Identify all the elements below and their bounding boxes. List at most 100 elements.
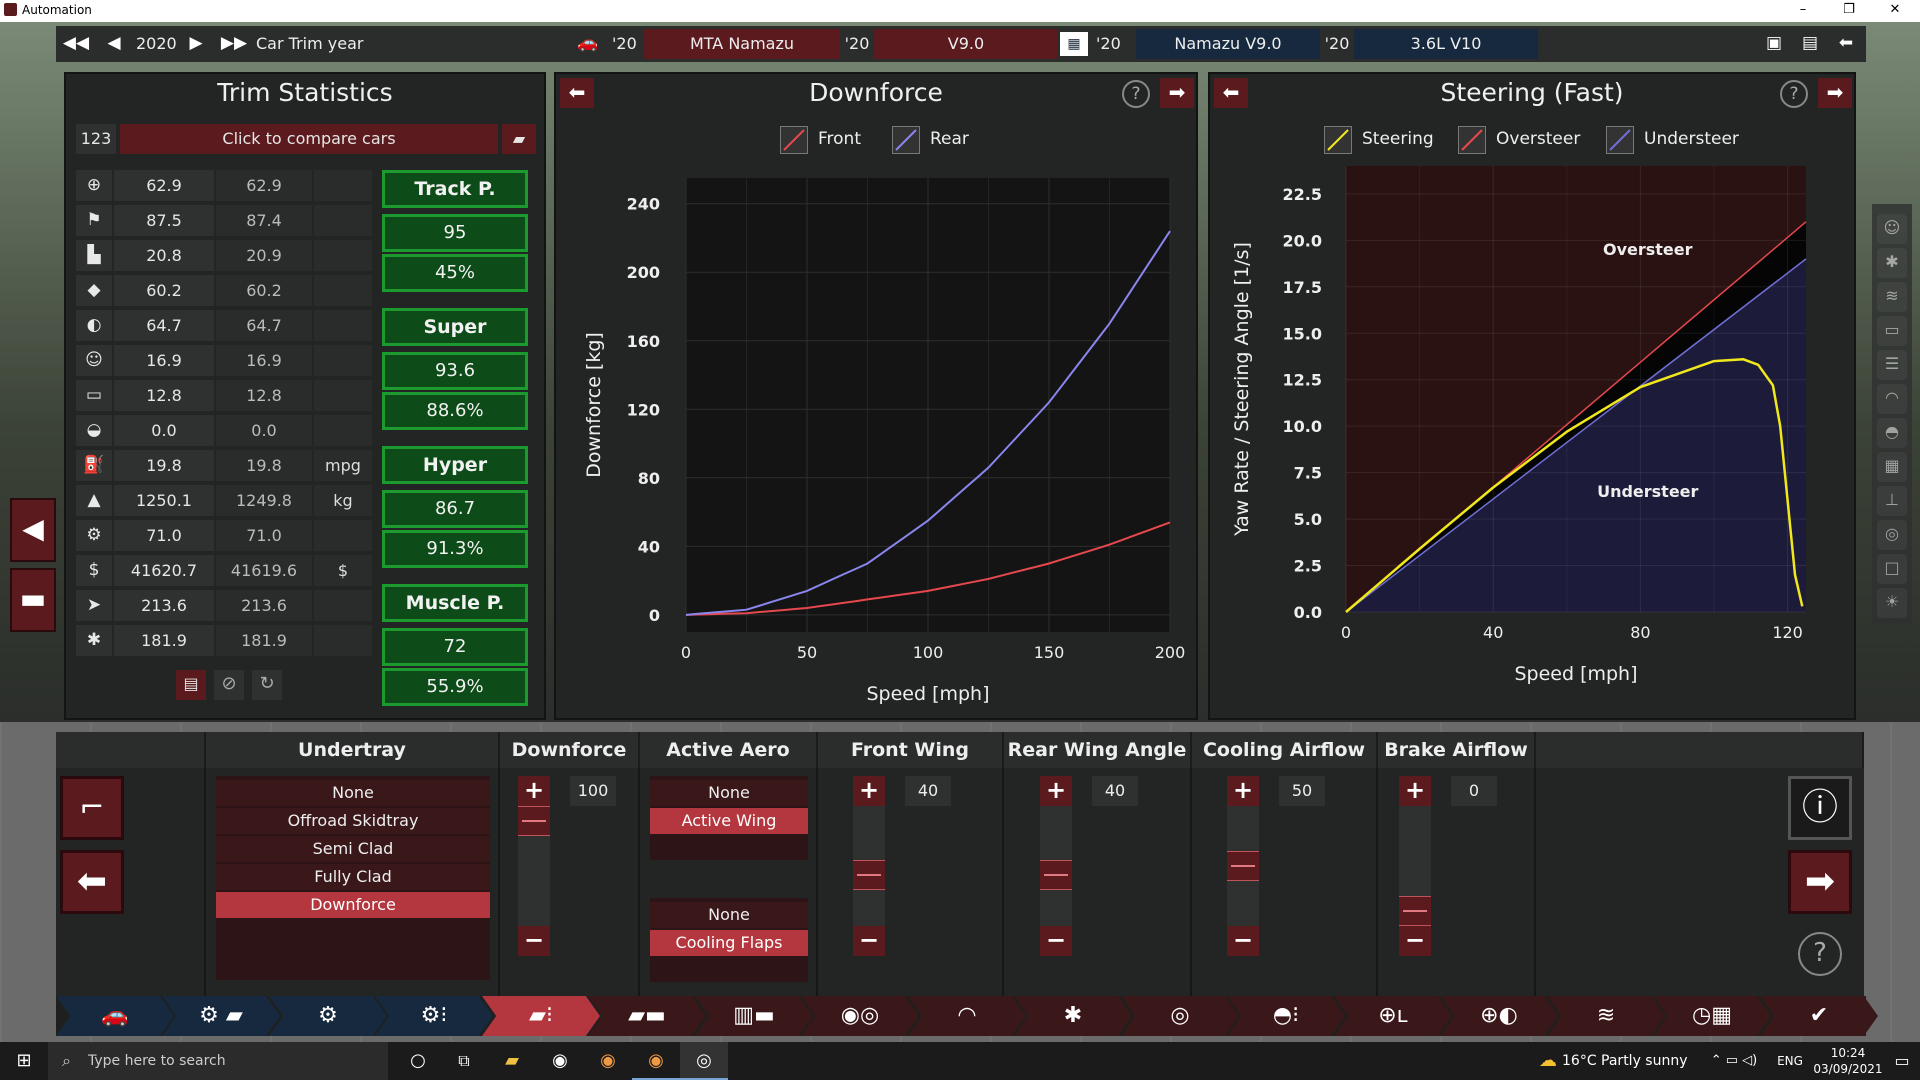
option-item[interactable]: Offroad Skidtray bbox=[216, 808, 490, 834]
help-icon[interactable]: ? bbox=[1798, 932, 1842, 976]
year-back-button[interactable]: ◀ bbox=[96, 28, 132, 60]
option-item[interactable]: None bbox=[216, 780, 490, 806]
engine-tune-stage-icon[interactable]: ⚙⁝ bbox=[375, 996, 493, 1036]
reset-icon[interactable]: ↻ bbox=[252, 670, 282, 700]
decrease-button[interactable]: − bbox=[1227, 926, 1259, 956]
aero-stage-icon[interactable]: ▰⁝ bbox=[482, 996, 600, 1036]
increase-button[interactable]: + bbox=[1399, 776, 1431, 806]
brakes-stage-icon[interactable]: ◎ bbox=[1121, 996, 1239, 1036]
legend-front-swatch[interactable] bbox=[780, 126, 808, 154]
increase-button[interactable]: + bbox=[1040, 776, 1072, 806]
game-launcher-icon[interactable]: ◎ bbox=[680, 1042, 728, 1080]
slider-track[interactable]: +− bbox=[853, 776, 885, 956]
increase-button[interactable]: + bbox=[853, 776, 885, 806]
interior-stage-icon[interactable]: ▥▬ bbox=[695, 996, 813, 1036]
legend-rear-swatch[interactable] bbox=[892, 126, 920, 154]
decrease-button[interactable]: − bbox=[853, 926, 885, 956]
steering-next-button[interactable]: ➡ bbox=[1818, 78, 1852, 108]
engine-icon[interactable]: ▦ bbox=[1060, 32, 1088, 56]
engine-family-field[interactable]: Namazu V9.0 bbox=[1136, 29, 1320, 59]
slider-track[interactable]: +− bbox=[518, 776, 550, 956]
camera-icon[interactable]: ▣ bbox=[1756, 28, 1792, 60]
close-button[interactable]: ✕ bbox=[1872, 0, 1918, 22]
steering-stage-icon[interactable]: ⊕ʟ bbox=[1334, 996, 1452, 1036]
chrome-alt-icon[interactable]: ◉ bbox=[632, 1042, 680, 1080]
grid-icon[interactable]: ▦ bbox=[1877, 452, 1907, 482]
tuning-stage-icon[interactable]: ≋ bbox=[1547, 996, 1665, 1036]
wheels-stage-icon[interactable]: ✱ bbox=[1014, 996, 1132, 1036]
downforce-help-icon[interactable]: ? bbox=[1122, 80, 1150, 108]
notes-icon[interactable]: ▤ bbox=[176, 670, 206, 700]
engine-variant-field[interactable]: 3.6L V10 bbox=[1354, 29, 1538, 59]
calculator-icon[interactable]: ▤ bbox=[1792, 28, 1828, 60]
decrease-button[interactable]: − bbox=[1040, 926, 1072, 956]
slider-thumb[interactable] bbox=[518, 806, 550, 836]
wheel-icon[interactable]: ✱ bbox=[1877, 248, 1907, 278]
slider-track[interactable]: +− bbox=[1227, 776, 1259, 956]
collapse-left-button[interactable]: ◀ bbox=[10, 498, 56, 562]
maximize-button[interactable]: ❐ bbox=[1826, 0, 1872, 22]
cancel-icon[interactable]: ⊘ bbox=[214, 670, 244, 700]
option-item[interactable]: Fully Clad bbox=[216, 864, 490, 890]
aero-body-stage-icon[interactable]: ◓⁝ bbox=[1227, 996, 1345, 1036]
option-item[interactable]: None bbox=[650, 780, 808, 806]
downforce-next-button[interactable]: ➡ bbox=[1160, 78, 1194, 108]
increase-button[interactable]: + bbox=[518, 776, 550, 806]
spring-icon[interactable]: ≋ bbox=[1877, 282, 1907, 312]
next-button[interactable]: ➡ bbox=[1788, 850, 1852, 914]
decrease-button[interactable]: − bbox=[1399, 926, 1431, 956]
drivetrain-stage-icon[interactable]: ◉◎ bbox=[801, 996, 919, 1036]
year-back-fast-button[interactable]: ◀◀ bbox=[58, 28, 94, 60]
compare-folder-icon[interactable]: ▰ bbox=[502, 124, 536, 154]
legend-understeer-swatch[interactable] bbox=[1606, 126, 1634, 154]
safety-stage-icon[interactable]: ⊕◐ bbox=[1440, 996, 1558, 1036]
list-icon[interactable]: ☰ bbox=[1877, 350, 1907, 380]
finish-stage-icon[interactable]: ✔ bbox=[1760, 996, 1878, 1036]
start-icon[interactable]: ⊞ bbox=[0, 1042, 48, 1080]
task-view-icon[interactable]: ⧉ bbox=[440, 1042, 488, 1080]
year-forward-button[interactable]: ▶ bbox=[178, 28, 214, 60]
model-name-field[interactable]: MTA Namazu bbox=[644, 29, 840, 59]
option-item[interactable]: Active Wing bbox=[650, 808, 808, 834]
tray-icons[interactable]: ⌃ ▭ ◁) bbox=[1698, 1042, 1770, 1080]
slider-track[interactable]: +− bbox=[1399, 776, 1431, 956]
exit-arrow-icon[interactable]: ⬅ bbox=[1828, 28, 1864, 60]
automation-app-icon[interactable]: ◉ bbox=[536, 1042, 584, 1080]
category-name[interactable]: Muscle P. bbox=[382, 584, 528, 622]
frame-icon[interactable]: □ bbox=[1877, 554, 1907, 584]
bulb-icon[interactable]: ☀ bbox=[1877, 588, 1907, 618]
car-side-icon[interactable]: ◓ bbox=[1877, 418, 1907, 448]
legend-oversteer-swatch[interactable] bbox=[1458, 126, 1486, 154]
slider-thumb[interactable] bbox=[1227, 851, 1259, 881]
compare-cars-button[interactable]: Click to compare cars bbox=[120, 124, 498, 154]
category-name[interactable]: Track P. bbox=[382, 170, 528, 208]
weather-text[interactable]: 16°C Partly sunny bbox=[1562, 1042, 1698, 1080]
body-stage-icon[interactable]: 🚗 bbox=[56, 996, 174, 1036]
year-forward-fast-button[interactable]: ▶▶ bbox=[216, 28, 252, 60]
minimize-panel-button[interactable]: ▬ bbox=[10, 568, 56, 632]
file-explorer-icon[interactable]: ▰ bbox=[488, 1042, 536, 1080]
fixtures-stage-icon[interactable]: ▰▬ bbox=[588, 996, 706, 1036]
option-item[interactable]: Semi Clad bbox=[216, 836, 490, 862]
tire-icon[interactable]: ◎ bbox=[1877, 520, 1907, 550]
car-icon[interactable]: 🚗 bbox=[570, 28, 606, 60]
chrome-icon[interactable]: ◉ bbox=[584, 1042, 632, 1080]
minimize-button[interactable]: – bbox=[1780, 0, 1826, 22]
aero-icon[interactable]: ◠ bbox=[1877, 384, 1907, 414]
warning-button[interactable]: ⓘ bbox=[1788, 776, 1852, 840]
chassis-icon[interactable]: ▭ bbox=[1877, 316, 1907, 346]
option-item[interactable]: Downforce bbox=[216, 892, 490, 918]
testing-stage-icon[interactable]: ◷▦ bbox=[1653, 996, 1771, 1036]
slider-thumb[interactable] bbox=[1399, 896, 1431, 926]
notifications-icon[interactable]: ▭ bbox=[1884, 1042, 1920, 1080]
search-box[interactable]: ⌕ Type here to search bbox=[48, 1042, 388, 1080]
legend-steering-swatch[interactable] bbox=[1324, 126, 1352, 154]
slider-thumb[interactable] bbox=[853, 860, 885, 890]
option-item[interactable]: Cooling Flaps bbox=[650, 930, 808, 956]
trim-name-field[interactable]: V9.0 bbox=[874, 29, 1058, 59]
suspension-stage-icon[interactable]: ◠ bbox=[908, 996, 1026, 1036]
increase-button[interactable]: + bbox=[1227, 776, 1259, 806]
chassis-stage-icon[interactable]: ⚙ ▰ bbox=[162, 996, 280, 1036]
option-item[interactable]: None bbox=[650, 902, 808, 928]
language-indicator[interactable]: ENG bbox=[1770, 1042, 1810, 1080]
